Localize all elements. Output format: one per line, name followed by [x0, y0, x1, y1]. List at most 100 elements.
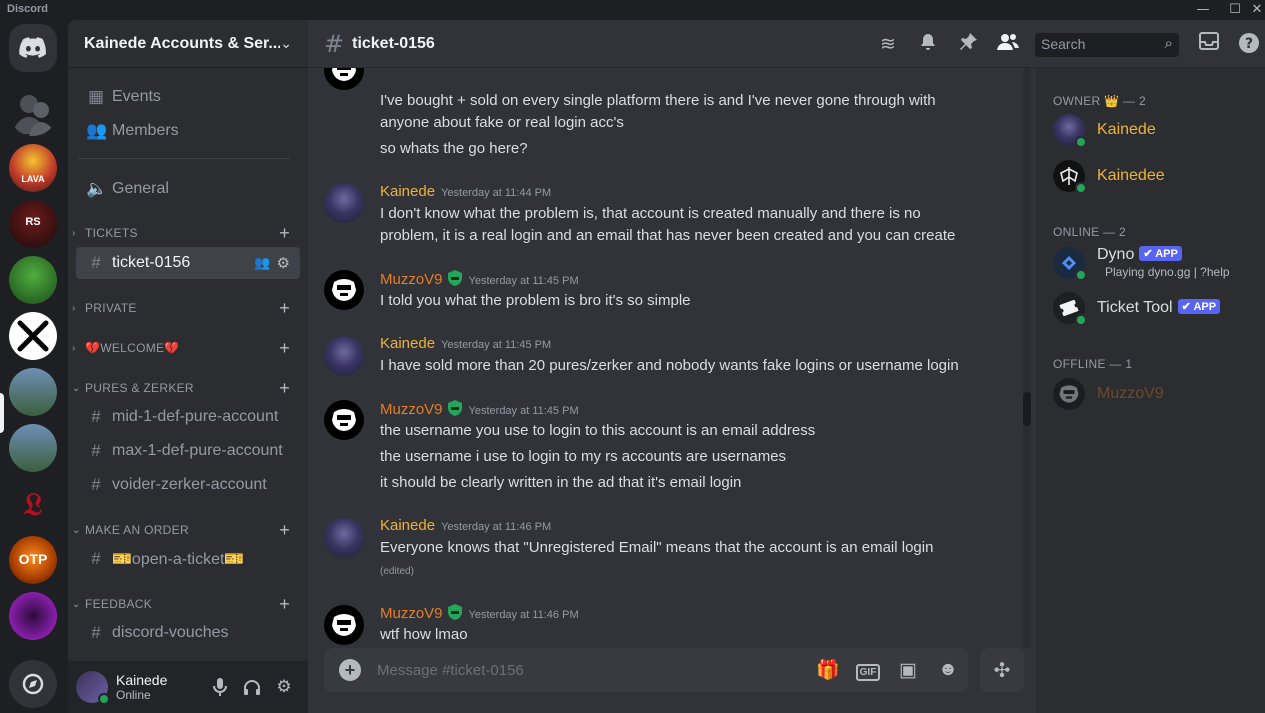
category-tickets[interactable]: › TICKETS + — [72, 223, 300, 243]
add-member-icon[interactable]: 👥 — [254, 255, 270, 271]
message-text: I don't know what the problem is, that a… — [380, 205, 921, 222]
gorilla-icon — [332, 68, 356, 81]
message-author[interactable]: MuzzoV9 Yesterday at 11:46 PM — [380, 604, 579, 622]
server-label-lava: LAVA — [21, 174, 45, 184]
channel-mid-1-def-pure-account[interactable]: # mid-1-def-pure-account — [76, 401, 300, 433]
shield-badge-icon — [447, 604, 462, 620]
add-channel-icon[interactable]: + — [279, 298, 290, 319]
timestamp: Yesterday at 11:45 PM — [468, 275, 579, 287]
member-item[interactable]: Kainede — [1044, 109, 1256, 151]
threads-icon[interactable]: ≋ — [876, 32, 900, 56]
add-channel-icon[interactable]: + — [279, 223, 290, 244]
category-private[interactable]: › PRIVATE + — [72, 298, 300, 318]
pin-icon[interactable] — [956, 32, 980, 56]
channel-discord-vouches[interactable]: # discord-vouches — [76, 617, 300, 649]
gif-button[interactable]: GIF — [848, 659, 888, 681]
server-icon-otp[interactable]: OTP — [9, 536, 57, 584]
category-welcome[interactable]: › 💔WELCOME💔 + — [72, 338, 300, 358]
channel-max-1-def-pure-account[interactable]: # max-1-def-pure-account — [76, 435, 300, 467]
message-author[interactable]: Kainede Yesterday at 11:44 PM — [380, 183, 551, 200]
discord-home-button[interactable] — [9, 24, 57, 72]
avatar[interactable] — [324, 400, 364, 440]
server-icon-rs-empire[interactable]: RS — [9, 200, 57, 248]
channel-label: 🎫open-a-ticket🎫 — [112, 551, 245, 568]
username: Kainede — [116, 672, 168, 688]
avatar[interactable] — [324, 183, 364, 223]
bell-icon[interactable] — [916, 32, 940, 56]
maximize-button[interactable]: ☐ — [1225, 1, 1245, 19]
help-icon[interactable]: ? — [1237, 32, 1261, 56]
hashtag-icon: # — [91, 549, 101, 568]
avatar[interactable] — [76, 671, 110, 705]
apps-icon[interactable]: ✣ — [980, 648, 1024, 692]
sticker-icon[interactable]: ▣ — [888, 659, 928, 682]
server-icon-kainede-accounts[interactable] — [9, 368, 57, 416]
emoji-icon[interactable]: ☻ — [928, 659, 968, 681]
search-input[interactable]: Search ⌕ — [1035, 33, 1179, 57]
search-placeholder: Search — [1041, 36, 1086, 52]
category-feedback[interactable]: ⌄ FEEDBACK + — [72, 594, 300, 614]
explore-servers-button[interactable] — [9, 660, 57, 708]
channel-ticket-0156[interactable]: # ticket-0156 👥 ⚙ — [76, 247, 300, 279]
server-icon-letter[interactable]: 𝔏 — [9, 480, 57, 528]
author-name[interactable]: MuzzoV9 — [380, 401, 443, 418]
message-author[interactable]: MuzzoV9 Yesterday at 11:45 PM — [380, 400, 579, 418]
minimize-button[interactable]: — — [1193, 1, 1213, 19]
add-channel-icon[interactable]: + — [279, 594, 290, 615]
online-status-icon — [1075, 182, 1087, 194]
sidebar-item-members[interactable]: 👥 Members — [76, 115, 300, 147]
online-status-icon — [1075, 314, 1087, 326]
channel-voider-zerker-account[interactable]: # voider-zerker-account — [76, 469, 300, 501]
shield-badge-icon — [447, 400, 462, 416]
author-name[interactable]: Kainede — [380, 183, 435, 200]
add-attachment-icon[interactable]: + — [339, 659, 361, 681]
member-item[interactable]: Dyno ✔ APP Playing dyno.gg | ?help — [1044, 242, 1256, 284]
avatar[interactable] — [324, 336, 364, 376]
server-icon-budget[interactable] — [9, 256, 57, 304]
settings-gear-icon[interactable]: ⚙ — [268, 671, 300, 703]
avatar[interactable] — [324, 68, 364, 90]
message-text: I told you what the problem is bro it's … — [380, 292, 691, 309]
gear-icon[interactable]: ⚙ — [277, 254, 290, 272]
title-bar: Discord — ☐ ✕ — [0, 0, 1265, 20]
scrollbar[interactable] — [1023, 68, 1031, 648]
server-icon-neon[interactable] — [9, 592, 57, 640]
microphone-icon[interactable] — [204, 671, 236, 703]
message-author[interactable]: Kainede Yesterday at 11:46 PM — [380, 517, 551, 534]
member-list-icon[interactable] — [996, 32, 1020, 56]
author-name[interactable]: MuzzoV9 — [380, 605, 443, 622]
server-icon-people[interactable] — [9, 88, 57, 136]
category-pures-zerker[interactable]: ⌄ PURES & ZERKER + — [72, 378, 300, 398]
author-name[interactable]: Kainede — [380, 517, 435, 534]
member-item[interactable]: Kainedee — [1044, 155, 1256, 197]
avatar[interactable] — [324, 605, 364, 645]
channel-open-a-ticket[interactable]: # 🎫open-a-ticket🎫 — [76, 543, 300, 575]
add-channel-icon[interactable]: + — [279, 378, 290, 399]
message-input[interactable]: Message #ticket-0156 — [377, 662, 808, 679]
server-icon-swords[interactable] — [9, 312, 57, 360]
message-text: the username you use to login to this ac… — [380, 422, 816, 439]
scrollbar-thumb[interactable] — [1023, 392, 1031, 426]
close-button[interactable]: ✕ — [1247, 1, 1265, 19]
server-icon-landscape[interactable] — [9, 424, 57, 472]
add-channel-icon[interactable]: + — [279, 338, 290, 359]
message-text: anyone about fake or real login acc's — [380, 114, 624, 131]
headphones-icon[interactable] — [236, 671, 268, 703]
channel-general[interactable]: 🔈 General — [76, 173, 300, 205]
message-author[interactable]: MuzzoV9 Yesterday at 11:45 PM — [380, 270, 579, 288]
message-author[interactable]: Kainede Yesterday at 11:45 PM — [380, 335, 551, 352]
avatar[interactable] — [324, 518, 364, 558]
add-channel-icon[interactable]: + — [279, 520, 290, 541]
server-header[interactable]: Kainede Accounts & Ser... ⌄ — [68, 20, 308, 68]
member-item[interactable]: MuzzoV9 — [1044, 373, 1256, 415]
author-name[interactable]: Kainede — [380, 335, 435, 352]
inbox-icon[interactable] — [1197, 32, 1221, 56]
member-group-header: ONLINE — 2 — [1053, 225, 1127, 239]
member-item[interactable]: Ticket Tool ✔ APP — [1044, 287, 1256, 329]
server-icon-lava[interactable]: LAVA — [9, 144, 57, 192]
avatar[interactable] — [324, 270, 364, 310]
gift-icon[interactable]: 🎁 — [808, 658, 848, 682]
sidebar-item-events[interactable]: ▦ Events — [76, 81, 300, 113]
author-name[interactable]: MuzzoV9 — [380, 271, 443, 288]
category-make-an-order[interactable]: ⌄ MAKE AN ORDER + — [72, 520, 300, 540]
